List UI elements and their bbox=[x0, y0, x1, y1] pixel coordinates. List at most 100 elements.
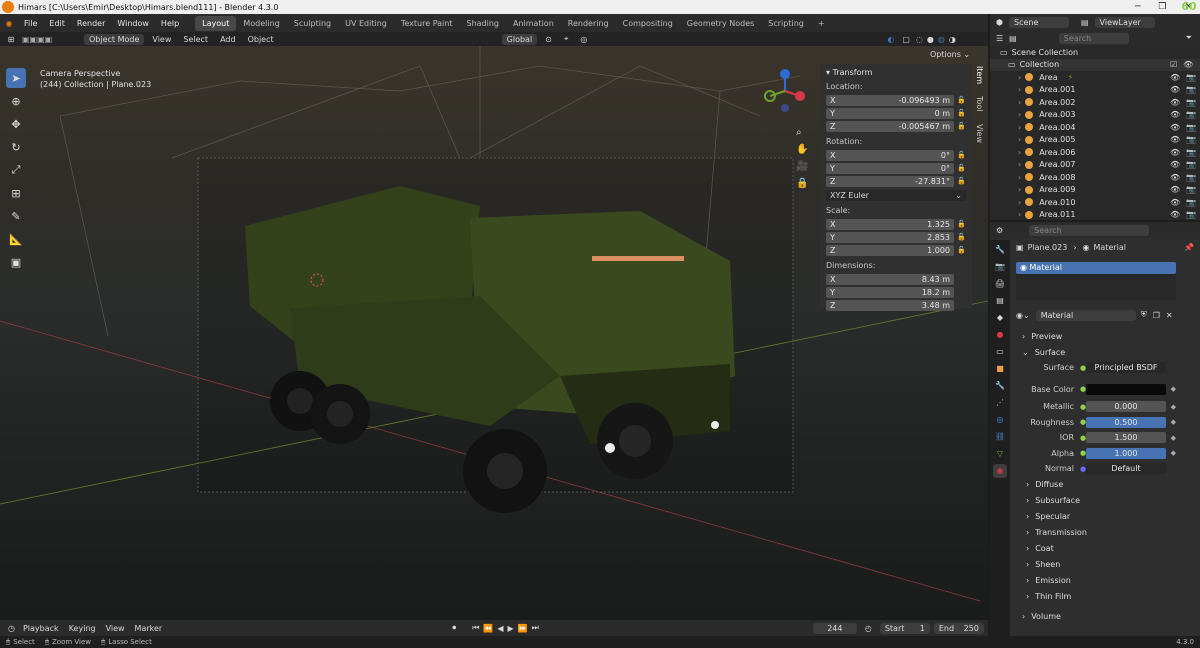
expand-icon[interactable]: › bbox=[1018, 198, 1021, 207]
expand-icon[interactable]: › bbox=[1018, 135, 1021, 144]
shading-solid-icon[interactable]: ● bbox=[927, 35, 934, 44]
menu-select[interactable]: Select bbox=[177, 35, 214, 44]
zoom-icon[interactable]: ⌕ bbox=[796, 124, 808, 141]
keyframe-icon[interactable]: ◆ bbox=[1166, 434, 1176, 442]
scale-x-field[interactable]: X 1.325 bbox=[826, 218, 954, 230]
maximize-icon[interactable]: ❐ bbox=[1158, 2, 1166, 12]
editor-type-icon[interactable]: ⊞ bbox=[0, 35, 22, 44]
rotation-mode-dropdown[interactable]: XYZ Euler ⌄ bbox=[826, 190, 966, 201]
select-mode-icons[interactable]: ▣▣▣▣ bbox=[22, 35, 82, 44]
dimensions-y-field[interactable]: Y 18.2 m bbox=[826, 286, 954, 298]
camera-icon[interactable]: 📷 bbox=[1186, 98, 1196, 107]
overlay-icon[interactable]: ◐ bbox=[887, 35, 894, 44]
particles-tab-icon[interactable]: ⋰ bbox=[993, 396, 1007, 410]
tab-animation[interactable]: Animation bbox=[506, 16, 561, 31]
proportional-icon[interactable]: ◎ bbox=[580, 35, 587, 44]
eye-icon[interactable]: 👁 bbox=[1170, 85, 1180, 94]
outliner-item[interactable]: › Area.004 👁 📷 bbox=[990, 121, 1200, 134]
keyframe-icon[interactable]: ◆ bbox=[1166, 418, 1176, 426]
rotate-tool-icon[interactable]: ↻ bbox=[6, 137, 26, 157]
constraints-tab-icon[interactable]: ⛓ bbox=[993, 430, 1007, 444]
surface-subpanel[interactable]: › Thin Film bbox=[1012, 589, 1200, 605]
lock-icon[interactable]: 🔓 bbox=[954, 177, 966, 185]
next-key-icon[interactable]: ⏩ bbox=[518, 624, 528, 633]
outliner-item[interactable]: › Area.005 👁 📷 bbox=[990, 134, 1200, 147]
expand-icon[interactable]: › bbox=[1018, 73, 1021, 82]
surface-subpanel[interactable]: › Coat bbox=[1012, 541, 1200, 557]
pivot-icon[interactable]: ⊙ bbox=[545, 35, 552, 44]
tab-scripting[interactable]: Scripting bbox=[761, 16, 811, 31]
menu-object[interactable]: Object bbox=[242, 35, 280, 44]
menu-marker[interactable]: Marker bbox=[135, 624, 163, 633]
tab-sculpting[interactable]: Sculpting bbox=[287, 16, 338, 31]
data-tab-icon[interactable]: ▽ bbox=[993, 447, 1007, 461]
tab-compositing[interactable]: Compositing bbox=[616, 16, 680, 31]
viewlayer-selector[interactable]: ViewLayer bbox=[1094, 16, 1155, 28]
outliner-editor-icon[interactable]: ☰ bbox=[996, 34, 1003, 43]
menu-file[interactable]: File bbox=[18, 19, 43, 28]
material-slot-list[interactable]: ◉ Material bbox=[1016, 262, 1176, 300]
surface-subpanel[interactable]: › Diffuse bbox=[1012, 477, 1200, 493]
lock-icon[interactable]: 🔓 bbox=[954, 164, 966, 172]
expand-icon[interactable]: › bbox=[1018, 123, 1021, 132]
surface-subpanel[interactable]: › Sheen bbox=[1012, 557, 1200, 573]
properties-search[interactable]: Search bbox=[1029, 224, 1150, 236]
play-reverse-icon[interactable]: ◀ bbox=[497, 624, 503, 633]
shading-wireframe-icon[interactable]: ◌ bbox=[916, 35, 923, 44]
menu-window[interactable]: Window bbox=[111, 19, 155, 28]
scene-tab-icon[interactable]: ◆ bbox=[993, 311, 1007, 325]
keyframe-icon[interactable]: ◆ bbox=[1166, 385, 1176, 393]
transform-header[interactable]: ▾ Transform bbox=[826, 68, 966, 77]
outliner-item[interactable]: › Area.008 👁 📷 bbox=[990, 171, 1200, 184]
eye-icon[interactable]: 👁 bbox=[1170, 198, 1180, 207]
material-value-field[interactable]: 0.500 bbox=[1086, 416, 1166, 428]
surface-shader-field[interactable]: Principled BSDF bbox=[1086, 362, 1166, 374]
eye-icon[interactable]: 👁 bbox=[1170, 160, 1180, 169]
menu-view-timeline[interactable]: View bbox=[106, 624, 125, 633]
menu-help[interactable]: Help bbox=[155, 19, 185, 28]
physics-tab-icon[interactable]: ◎ bbox=[993, 413, 1007, 427]
rotation-y-field[interactable]: Y 0° bbox=[826, 162, 954, 174]
menu-keying[interactable]: Keying bbox=[69, 624, 96, 633]
eye-icon[interactable]: 👁 bbox=[1170, 135, 1180, 144]
clock-icon[interactable]: ◴ bbox=[865, 624, 872, 633]
camera-icon[interactable]: 📷 bbox=[1186, 185, 1196, 194]
eye-icon[interactable]: 👁 bbox=[1170, 148, 1180, 157]
tab-tool[interactable]: Tool bbox=[975, 96, 984, 112]
location-z-field[interactable]: Z -0.005467 m bbox=[826, 120, 954, 132]
current-frame-field[interactable]: 244 bbox=[812, 622, 857, 634]
rotation-x-field[interactable]: X 0° bbox=[826, 149, 954, 161]
world-tab-icon[interactable]: ● bbox=[993, 328, 1007, 342]
filter-icon[interactable]: ⏷ bbox=[1186, 33, 1192, 43]
menu-view[interactable]: View bbox=[146, 35, 177, 44]
tab-geometry-nodes[interactable]: Geometry Nodes bbox=[680, 16, 761, 31]
material-browse-icon[interactable]: ◉⌄ bbox=[1016, 311, 1030, 320]
3d-viewport[interactable]: ➤ ⊕ ✥ ↻ ⤢ ⊞ ✎ 📐 ▣ Camera Perspective (24… bbox=[0, 46, 988, 620]
orientation-selector[interactable]: Global bbox=[501, 33, 538, 45]
output-tab-icon[interactable]: 🖨 bbox=[993, 277, 1007, 291]
start-frame-field[interactable]: Start 1 bbox=[879, 622, 930, 634]
select-box-tool-icon[interactable]: ➤ bbox=[6, 68, 26, 88]
material-value-field[interactable]: 1.500 bbox=[1086, 432, 1166, 444]
tab-rendering[interactable]: Rendering bbox=[561, 16, 616, 31]
location-y-field[interactable]: Y0 m bbox=[826, 107, 954, 119]
expand-icon[interactable]: › bbox=[1018, 173, 1021, 182]
camera-icon[interactable]: 📷 bbox=[1186, 123, 1196, 132]
dimensions-x-field[interactable]: X 8.43 m bbox=[826, 273, 954, 285]
tab-texture-paint[interactable]: Texture Paint bbox=[394, 16, 460, 31]
display-mode-icon[interactable]: ▤ bbox=[1009, 34, 1017, 43]
dimensions-z-field[interactable]: Z 3.48 m bbox=[826, 299, 954, 311]
object-tab-icon[interactable]: ■ bbox=[993, 362, 1007, 376]
shading-material-icon[interactable]: ◍ bbox=[938, 35, 945, 44]
tab-view[interactable]: View bbox=[975, 124, 984, 143]
keyframe-icon[interactable]: ◆ bbox=[1166, 449, 1176, 457]
camera-view-icon[interactable]: 🎥 bbox=[796, 158, 808, 175]
pin-icon[interactable]: 📌 bbox=[1184, 243, 1194, 252]
menu-playback[interactable]: Playback bbox=[23, 624, 59, 633]
play-icon[interactable]: ▶ bbox=[508, 624, 514, 633]
camera-icon[interactable]: 📷 bbox=[1186, 110, 1196, 119]
mode-selector[interactable]: Object Mode bbox=[84, 33, 145, 45]
tab-layout[interactable]: Layout bbox=[195, 15, 237, 31]
checkbox-icon[interactable]: ☑ bbox=[1170, 60, 1177, 69]
jump-start-icon[interactable]: ⏮ bbox=[472, 623, 479, 633]
